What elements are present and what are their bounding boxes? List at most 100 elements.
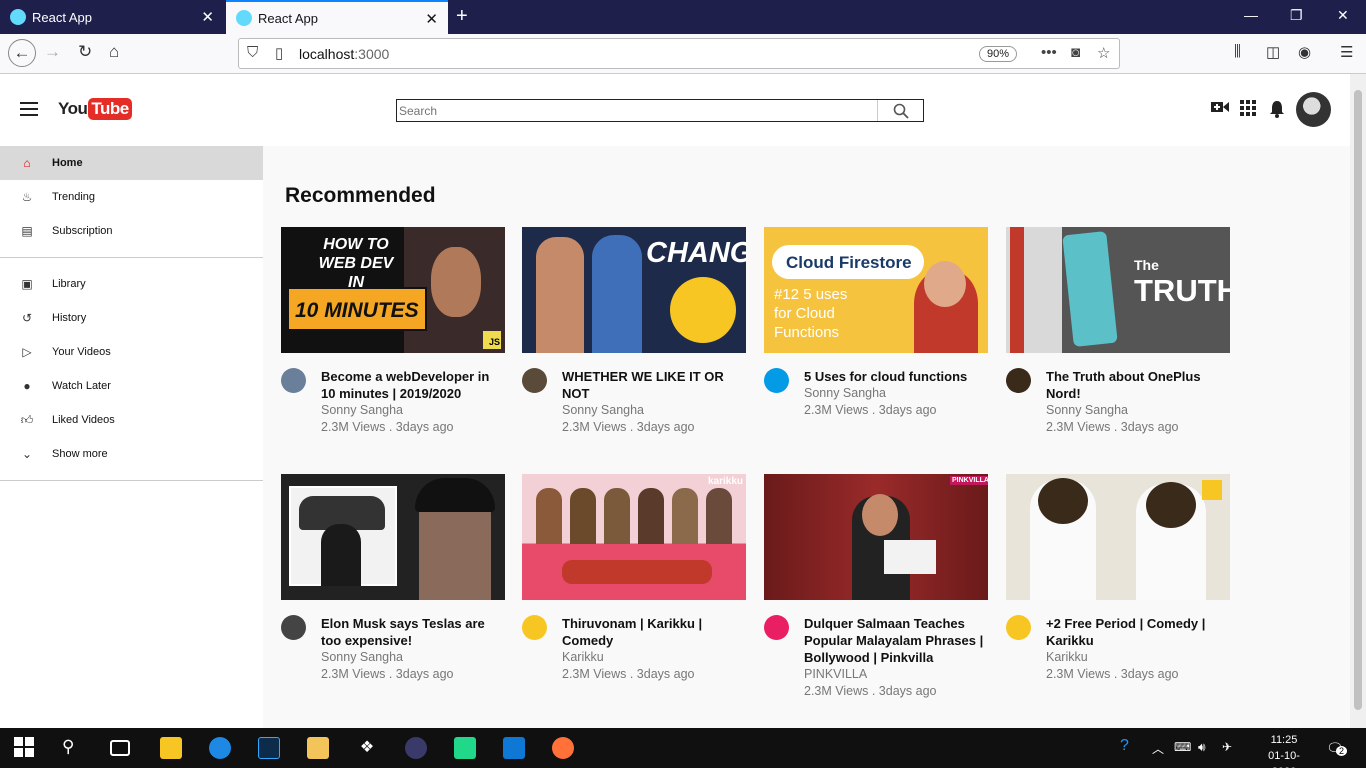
channel-name[interactable]: Sonny Sangha: [321, 649, 505, 666]
pycharm-icon[interactable]: [454, 737, 476, 759]
channel-avatar[interactable]: [1006, 368, 1031, 393]
close-tab-icon[interactable]: ✕: [425, 10, 438, 28]
airplane-mode-icon[interactable]: ✈: [1222, 740, 1232, 754]
channel-avatar[interactable]: [522, 368, 547, 393]
sidebar-item-watch-later[interactable]: ● Watch Later: [0, 369, 263, 403]
video-card[interactable]: The TRUTH The Truth about OnePlus Nord! …: [1006, 227, 1230, 436]
video-thumbnail[interactable]: [1006, 474, 1230, 600]
minimize-icon[interactable]: —: [1244, 7, 1258, 23]
zoom-level[interactable]: 90%: [979, 46, 1018, 62]
sidebar-icon[interactable]: ◫: [1266, 43, 1280, 61]
sidebar-item-show-more[interactable]: ⌄ Show more: [0, 437, 263, 471]
hamburger-menu-icon[interactable]: [20, 102, 38, 120]
youtube-logo[interactable]: You Tube: [58, 98, 132, 120]
bookmark-star-icon[interactable]: ☆: [1097, 44, 1110, 62]
video-thumbnail[interactable]: karikku: [522, 474, 746, 600]
video-thumbnail[interactable]: PINKVILLA: [764, 474, 988, 600]
scrollbar-thumb[interactable]: [1354, 90, 1362, 710]
video-title[interactable]: The Truth about OnePlus Nord!: [1046, 368, 1230, 402]
pocket-icon[interactable]: ◙: [1071, 44, 1080, 61]
new-tab-icon[interactable]: +: [456, 5, 468, 28]
channel-avatar[interactable]: [522, 615, 547, 640]
video-card[interactable]: CHANGE WHETHER WE LIKE IT OR NOT Sonny S…: [522, 227, 746, 436]
channel-name[interactable]: Sonny Sangha: [321, 402, 505, 419]
channel-name[interactable]: Karikku: [1046, 649, 1230, 666]
more-actions-icon[interactable]: •••: [1041, 44, 1057, 61]
channel-name[interactable]: Sonny Sangha: [804, 385, 988, 402]
chevron-up-icon[interactable]: ︿: [1152, 740, 1164, 757]
system-clock[interactable]: 11:25 01-10-2020: [1256, 732, 1312, 780]
video-card[interactable]: +2 Free Period | Comedy | Karikku Karikk…: [1006, 474, 1230, 683]
video-title[interactable]: WHETHER WE LIKE IT OR NOT: [562, 368, 746, 402]
video-title[interactable]: Become a webDeveloper in 10 minutes | 20…: [321, 368, 505, 402]
video-title[interactable]: Thiruvonam | Karikku | Comedy: [562, 615, 746, 649]
apps-grid-icon[interactable]: [1240, 100, 1256, 121]
edge-icon[interactable]: [209, 737, 231, 759]
search-input[interactable]: [397, 100, 878, 121]
sidebar-item-library[interactable]: ▣ Library: [0, 267, 263, 301]
url-text[interactable]: localhost:3000: [299, 46, 389, 62]
video-thumbnail[interactable]: CHANGE: [522, 227, 746, 353]
video-thumbnail[interactable]: HOW TO WEB DEV IN 10 MINUTES JS: [281, 227, 505, 353]
sidebar-item-history[interactable]: ↺ History: [0, 301, 263, 335]
vscode-icon[interactable]: [503, 737, 525, 759]
help-icon[interactable]: ?: [1120, 737, 1129, 755]
video-card[interactable]: karikku Thiruvonam | Karikku | Comedy Ka…: [522, 474, 746, 683]
channel-name[interactable]: Sonny Sangha: [1046, 402, 1230, 419]
store-icon[interactable]: [160, 737, 182, 759]
channel-avatar[interactable]: [1006, 615, 1031, 640]
firefox-icon[interactable]: [552, 737, 574, 759]
sidebar-item-liked-videos[interactable]: 👍︎ Liked Videos: [0, 403, 263, 437]
home-icon[interactable]: ⌂: [109, 42, 119, 62]
file-explorer-icon[interactable]: [307, 737, 329, 759]
bell-icon[interactable]: [1269, 100, 1285, 123]
channel-name[interactable]: Sonny Sangha: [562, 402, 746, 419]
video-card[interactable]: Cloud Firestore #12 5 uses for Cloud Funct…: [764, 227, 988, 419]
search-icon[interactable]: [878, 100, 923, 121]
video-card[interactable]: Elon Musk says Teslas are too expensive!…: [281, 474, 505, 683]
page-scrollbar[interactable]: [1350, 74, 1366, 728]
photoshop-icon[interactable]: [258, 737, 280, 759]
browser-tab-active[interactable]: React App ✕: [226, 0, 448, 34]
dropbox-icon[interactable]: ❖: [356, 737, 378, 759]
close-window-icon[interactable]: ✕: [1337, 7, 1349, 24]
sidebar-item-subscription[interactable]: ▤ Subscription: [0, 214, 263, 248]
video-card[interactable]: PINKVILLA Dulquer Salmaan Teaches Popula…: [764, 474, 988, 700]
sidebar-item-your-videos[interactable]: ▷ Your Videos: [0, 335, 263, 369]
input-method-icon[interactable]: ⌨: [1174, 740, 1191, 754]
video-camera-icon[interactable]: [1211, 100, 1229, 119]
video-title[interactable]: Dulquer Salmaan Teaches Popular Malayala…: [804, 615, 988, 666]
video-thumbnail[interactable]: The TRUTH: [1006, 227, 1230, 353]
sidebar-item-home[interactable]: ⌂ Home: [0, 146, 263, 180]
video-card[interactable]: HOW TO WEB DEV IN 10 MINUTES JS Become a w…: [281, 227, 505, 436]
video-thumbnail[interactable]: Cloud Firestore #12 5 uses for Cloud Funct…: [764, 227, 988, 353]
restore-icon[interactable]: ❐: [1290, 7, 1303, 24]
account-icon[interactable]: ◉: [1298, 43, 1311, 61]
channel-avatar[interactable]: [764, 368, 789, 393]
forward-icon[interactable]: →: [44, 42, 61, 62]
library-icon[interactable]: ⫼: [1234, 43, 1241, 60]
video-title[interactable]: Elon Musk says Teslas are too expensive!: [321, 615, 505, 649]
reload-icon[interactable]: ↻: [78, 42, 92, 62]
menu-icon[interactable]: ☰: [1340, 43, 1353, 61]
eclipse-icon[interactable]: [405, 737, 427, 759]
channel-avatar[interactable]: [281, 368, 306, 393]
search-icon[interactable]: ⚲: [62, 737, 84, 759]
windows-start-icon[interactable]: [14, 737, 36, 759]
video-title[interactable]: 5 Uses for cloud functions: [804, 368, 988, 385]
channel-avatar[interactable]: [764, 615, 789, 640]
volume-icon[interactable]: 🔊︎: [1198, 740, 1206, 755]
close-tab-icon[interactable]: ✕: [201, 8, 214, 26]
sidebar-item-trending[interactable]: ♨ Trending: [0, 180, 263, 214]
task-view-icon[interactable]: [110, 740, 130, 756]
channel-name[interactable]: PINKVILLA: [804, 666, 988, 683]
browser-tab[interactable]: React App ✕: [0, 0, 224, 34]
user-avatar[interactable]: [1296, 92, 1331, 127]
channel-avatar[interactable]: [281, 615, 306, 640]
video-title[interactable]: +2 Free Period | Comedy | Karikku: [1046, 615, 1230, 649]
back-icon[interactable]: ←: [8, 39, 36, 67]
channel-name[interactable]: Karikku: [562, 649, 746, 666]
shield-icon[interactable]: ⛉: [247, 44, 258, 61]
video-thumbnail[interactable]: [281, 474, 505, 600]
url-bar[interactable]: ⛉ ▯ localhost:3000 90% ••• ◙ ☆: [238, 38, 1120, 69]
